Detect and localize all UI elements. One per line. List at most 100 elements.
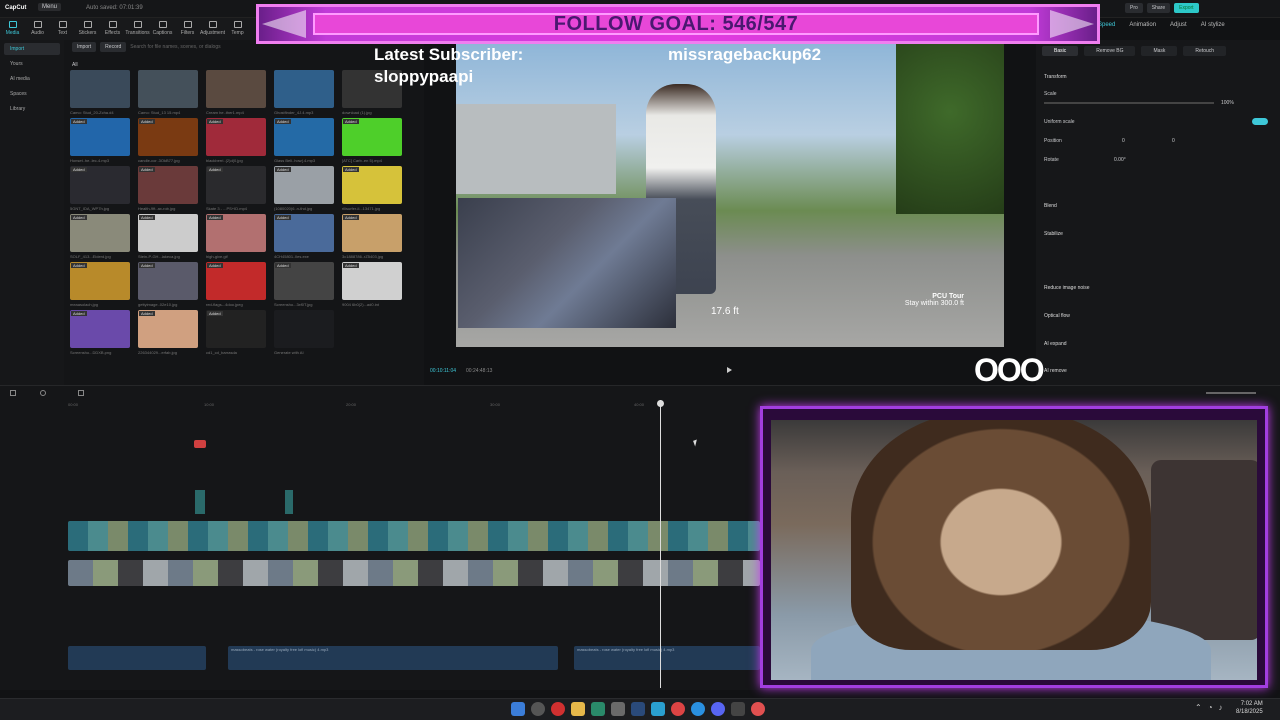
media-thumbnail[interactable]: Added gettyimage..02e10.jpg	[138, 262, 198, 307]
tab-transitions[interactable]: Transitions	[125, 18, 150, 40]
preview-video[interactable]: 17.6 ft PCU Tour Stay within 300.0 ft	[456, 44, 1004, 347]
audio-clip[interactable]: massobeats - rose water (royalty free lo…	[574, 646, 760, 670]
media-thumbnail[interactable]: Added Screensho...3xf0T.jpg	[274, 262, 334, 307]
playhead[interactable]	[660, 400, 661, 688]
audio-clip[interactable]: massobeats - rose water (royalty free lo…	[228, 646, 558, 670]
marker-clip[interactable]	[194, 440, 206, 448]
media-thumbnail[interactable]: Camo: Stud_13 15.mp4	[138, 70, 198, 115]
media-thumbnail[interactable]: Added Stein-P-GH...lakeca.jpg	[138, 214, 198, 259]
reduce-noise-header[interactable]: Reduce image noise	[1044, 285, 1090, 291]
pro-button[interactable]: Pro	[1125, 3, 1143, 13]
media-thumbnail[interactable]: Ghostfinder_4J.4.mp3	[274, 70, 334, 115]
tab-ai-stylize[interactable]: AI stylize	[1201, 22, 1225, 28]
tab-retouch[interactable]: Retouch	[1183, 46, 1227, 56]
menu-button[interactable]: Menu	[38, 3, 62, 11]
capcut-icon[interactable]	[731, 702, 745, 716]
tab-filters[interactable]: Filters	[175, 18, 200, 40]
media-thumbnail[interactable]: Added [ATC] Carb..en 5).mp4	[342, 118, 402, 163]
search-icon[interactable]	[531, 702, 545, 716]
chrome-icon[interactable]	[671, 702, 685, 716]
ai-expand-header[interactable]: AI expand	[1044, 341, 1067, 347]
media-thumbnail[interactable]: Added 3c1888786..rZ5403.jpg	[342, 214, 402, 259]
position-x[interactable]: 0	[1122, 138, 1125, 144]
tab-audio[interactable]: Audio	[25, 18, 50, 40]
sidebar-item-spaces[interactable]: Spaces	[4, 88, 60, 100]
media-thumbnail[interactable]: Added 4CH45801..lles.exe	[274, 214, 334, 259]
tray-chevron-icon[interactable]: ⌃	[1195, 703, 1202, 712]
sticker-clip[interactable]	[285, 490, 293, 514]
store-icon[interactable]	[591, 702, 605, 716]
media-search-input[interactable]: Search for file names, scenes, or dialog…	[130, 44, 220, 50]
tab-media[interactable]: Media	[0, 18, 25, 40]
steam-icon[interactable]	[631, 702, 645, 716]
scale-value[interactable]: 100%	[1221, 100, 1234, 106]
tab-templates[interactable]: Temp	[225, 18, 250, 40]
position-y[interactable]: 0	[1172, 138, 1175, 144]
media-thumbnail[interactable]: Added Glass Beli..how(.4.mp3	[274, 118, 334, 163]
media-thumbnail[interactable]: Added 226344029...erfab.jpg	[138, 310, 198, 355]
game-video-clip[interactable]	[68, 560, 760, 586]
media-thumbnail[interactable]: Added Health-9ft..ax-rob.jpg	[138, 166, 198, 211]
tab-captions[interactable]: Captions	[150, 18, 175, 40]
record-button[interactable]: Record	[100, 42, 127, 52]
edge2-icon[interactable]	[691, 702, 705, 716]
media-thumbnail[interactable]: Added Honset..he..lec-4.mp3	[70, 118, 130, 163]
sidebar-item-import[interactable]: Import	[4, 43, 60, 55]
folder-icon[interactable]	[571, 702, 585, 716]
media-thumbnail[interactable]: Added candle-cor..3OkB77.jpg	[138, 118, 198, 163]
play-icon[interactable]	[727, 367, 732, 373]
tab-remove-bg[interactable]: Remove BG	[1084, 46, 1136, 56]
sidebar-item-library[interactable]: Library	[4, 103, 60, 115]
media-thumbnail[interactable]: Added cd1_cd_barrasda	[206, 310, 266, 355]
start-icon[interactable]	[511, 702, 525, 716]
tab-basic[interactable]: Basic	[1042, 46, 1079, 56]
tab-text[interactable]: Text	[50, 18, 75, 40]
media-thumbnail[interactable]: Added Screensho...DDXB.png	[70, 310, 130, 355]
media-thumbnail[interactable]: Added 5GNT_IDA_WP7h.jpg	[70, 166, 130, 211]
media-thumbnail[interactable]: Added (1080020)6..n-thd.jpg	[274, 166, 334, 211]
export-button[interactable]: Export	[1174, 3, 1199, 13]
tab-adjust[interactable]: Adjust	[1170, 22, 1187, 28]
tab-mask[interactable]: Mask	[1141, 46, 1178, 56]
blend-header[interactable]: Blend	[1044, 203, 1057, 209]
ai-remove-header[interactable]: AI remove	[1044, 368, 1067, 374]
media-thumbnail[interactable]: Added rilisurfer-il...13471.jpg	[342, 166, 402, 211]
scale-slider[interactable]	[1044, 102, 1214, 104]
transform-header[interactable]: Transform	[1044, 74, 1067, 80]
obs-icon[interactable]	[751, 702, 765, 716]
media-thumbnail[interactable]: Generate with AI	[274, 310, 334, 355]
media-thumbnail[interactable]: Cream he..ther1.mp4	[206, 70, 266, 115]
filter-all[interactable]: All	[72, 62, 78, 68]
tab-speed[interactable]: Speed	[1098, 22, 1115, 28]
select-tool-icon[interactable]	[10, 390, 16, 396]
import-button[interactable]: Import	[72, 42, 97, 52]
volume-icon[interactable]: ♪	[1219, 703, 1223, 712]
app-icon[interactable]	[611, 702, 625, 716]
playhead-handle[interactable]	[657, 400, 664, 407]
clock[interactable]: 7:02 AM 8/18/2025	[1236, 700, 1263, 716]
media-thumbnail[interactable]: Added Skate 3 - ...PS+ID.mp4	[206, 166, 266, 211]
audio-clip[interactable]	[68, 646, 206, 670]
optical-flow-header[interactable]: Optical flow	[1044, 313, 1070, 319]
split-icon[interactable]	[78, 390, 84, 396]
tab-effects[interactable]: Effects	[100, 18, 125, 40]
discord-icon[interactable]	[711, 702, 725, 716]
sidebar-item-yours[interactable]: Yours	[4, 58, 60, 70]
media-thumbnail[interactable]: Added red-flags-..4doo.jpeg	[206, 262, 266, 307]
rotate-value[interactable]: 0.00°	[1114, 157, 1126, 163]
stabilize-header[interactable]: Stabilize	[1044, 231, 1063, 237]
video-track-clip[interactable]	[68, 521, 760, 551]
media-thumbnail[interactable]: Added SOLF_413...Elderd.jpg	[70, 214, 130, 259]
media-thumbnail[interactable]: Added 9004 6b0(2)...ad0.int	[342, 262, 402, 307]
media-thumbnail[interactable]: Added meaasolach.jpg	[70, 262, 130, 307]
edge-icon[interactable]	[651, 702, 665, 716]
tab-animation[interactable]: Animation	[1129, 22, 1156, 28]
media-thumbnail[interactable]: Added blackberri..(2)d(0.jpg	[206, 118, 266, 163]
media-thumbnail[interactable]: Camo: Stud_20-Zcha.d4	[70, 70, 130, 115]
opera-icon[interactable]	[551, 702, 565, 716]
undo-icon[interactable]	[40, 390, 46, 396]
tab-stickers[interactable]: Stickers	[75, 18, 100, 40]
zoom-slider[interactable]	[1206, 392, 1256, 394]
sidebar-item-ai-media[interactable]: AI media	[4, 73, 60, 85]
uniform-scale-toggle[interactable]	[1252, 118, 1268, 125]
